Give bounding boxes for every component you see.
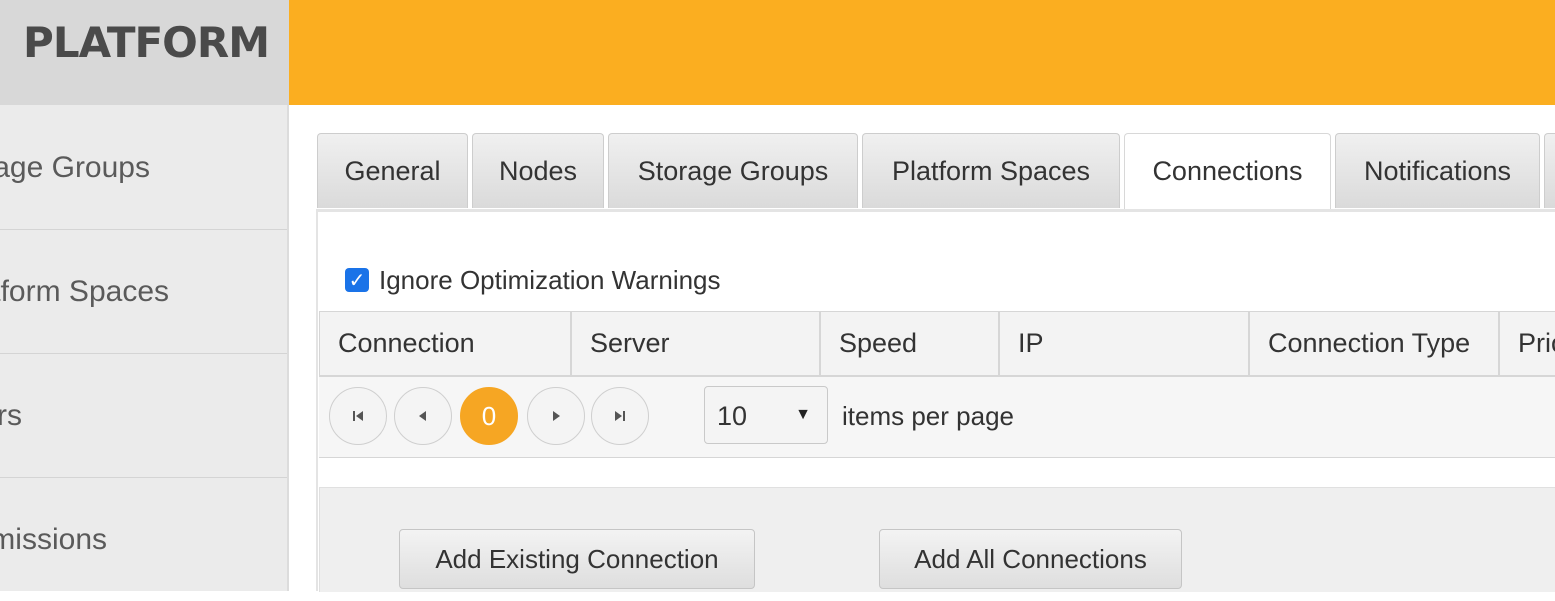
last-page-button[interactable] — [591, 387, 649, 445]
column-header-speed[interactable]: Speed — [819, 312, 998, 375]
first-page-button[interactable] — [329, 387, 387, 445]
column-header-connection[interactable]: Connection — [319, 312, 571, 375]
pager: 0 10 ▼ items per page — [319, 377, 1555, 458]
add-all-connections-button[interactable]: Add All Connections — [879, 529, 1182, 589]
current-page-button[interactable]: 0 — [460, 387, 518, 445]
sidebar-item-storage-groups[interactable]: Storage Groups — [0, 106, 287, 230]
sidebar-item-permissions[interactable]: Permissions — [0, 478, 287, 601]
header-bar — [289, 0, 1555, 105]
previous-page-icon — [419, 411, 426, 421]
logo[interactable]: PLATFORM — [0, 0, 289, 105]
action-area: Add Existing Connection Add All Connecti… — [319, 487, 1555, 592]
column-header-ip[interactable]: IP — [998, 312, 1249, 375]
sidebar-item-users[interactable]: Users — [0, 354, 287, 478]
page-size-value: 10 — [717, 401, 748, 431]
ignore-warnings-label[interactable]: Ignore Optimization Warnings — [379, 265, 721, 296]
ignore-warnings-row: ✓ Ignore Optimization Warnings — [345, 262, 721, 298]
page-size-select[interactable]: 10 ▼ — [704, 386, 828, 444]
chevron-down-icon: ▼ — [795, 406, 811, 423]
panel-border — [316, 209, 318, 591]
previous-page-button[interactable] — [394, 387, 452, 445]
sidebar-item-label: Users — [0, 399, 22, 432]
grid-header: Connection Server Speed IP Connection Ty… — [319, 311, 1555, 378]
tab-bar: General Nodes Storage Groups Platform Sp… — [317, 133, 1555, 211]
first-page-icon — [353, 411, 363, 421]
tab-platform-spaces[interactable]: Platform Spaces — [862, 133, 1120, 208]
sidebar-item-label: Permissions — [0, 523, 107, 556]
next-page-icon — [553, 411, 560, 421]
tab-underline — [317, 209, 1555, 212]
tab-more[interactable] — [1544, 133, 1555, 208]
column-header-server[interactable]: Server — [570, 312, 820, 375]
tab-notifications[interactable]: Notifications — [1335, 133, 1540, 208]
logo-text: PLATFORM — [23, 18, 270, 67]
column-header-priority[interactable]: Priority — [1498, 312, 1555, 375]
last-page-icon — [615, 411, 625, 421]
tab-general[interactable]: General — [317, 133, 468, 208]
sidebar-item-platform-spaces[interactable]: Platform Spaces — [0, 230, 287, 354]
tab-nodes[interactable]: Nodes — [472, 133, 604, 208]
column-header-connection-type[interactable]: Connection Type — [1248, 312, 1499, 375]
tab-storage-groups[interactable]: Storage Groups — [608, 133, 858, 208]
tab-connections[interactable]: Connections — [1124, 133, 1331, 211]
add-existing-connection-button[interactable]: Add Existing Connection — [399, 529, 755, 589]
items-per-page-label: items per page — [842, 401, 1014, 431]
ignore-warnings-checkbox[interactable]: ✓ — [345, 268, 369, 292]
sidebar-item-label: Platform Spaces — [0, 275, 169, 308]
sidebar-item-label: Storage Groups — [0, 151, 150, 184]
next-page-button[interactable] — [527, 387, 585, 445]
